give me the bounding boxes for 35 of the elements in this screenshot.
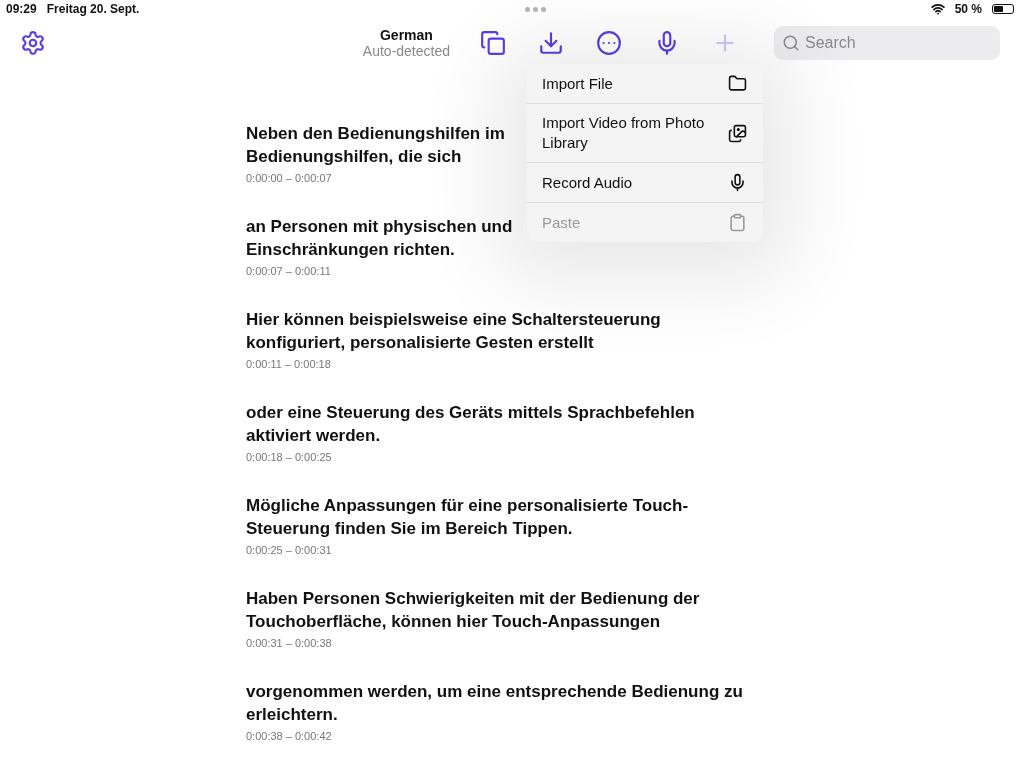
download-icon xyxy=(538,30,564,56)
transcript-text: Neben den Bedienungshilfen im Bedienungshilfen, die sich xyxy=(246,123,505,168)
search-field[interactable]: Search xyxy=(774,26,1000,60)
more-icon xyxy=(596,30,622,56)
microphone-icon xyxy=(728,173,747,192)
transcript-text: vorgenommen werden, um eine entsprechende Bedienung zu erleichtern. xyxy=(246,681,743,726)
search-icon xyxy=(782,34,800,52)
clipboard-icon xyxy=(728,213,747,232)
wifi-icon xyxy=(930,2,945,16)
timestamp: 0:00:00 – 0:00:07 xyxy=(246,172,332,184)
status-time: 09:29 xyxy=(6,2,37,16)
menu-item[interactable]: Import Video from Photo Library xyxy=(527,103,763,162)
copy-icon xyxy=(480,30,506,56)
transcript-text: Hier können beispielsweise eine Schaltersteuerung konfiguriert, personalisierte Gesten erstellt xyxy=(246,309,661,354)
transcript-text: Haben Personen Schwierigkeiten mit der Bedienung der Touchoberfläche, können hier Touch-Anpassungen xyxy=(246,588,700,633)
timestamp: 0:00:18 – 0:00:25 xyxy=(246,451,332,463)
transcript-text: oder eine Steuerung des Geräts mittels Sprachbefehlen aktiviert werden. xyxy=(246,402,695,447)
language-hint: Auto-detected xyxy=(362,43,450,59)
transcript-text: Mögliche Anpassungen für eine personalisierte Touch- Steuerung finden Sie im Bereich Tippen. xyxy=(246,495,689,540)
timestamp: 0:00:07 – 0:00:11 xyxy=(246,265,331,277)
language-title: German xyxy=(379,27,433,43)
status-date: Freitag 20. Sept. xyxy=(46,2,140,16)
folder-icon xyxy=(728,74,747,93)
timestamp: 0:00:38 – 0:00:42 xyxy=(246,730,332,742)
timestamp: 0:00:31 – 0:00:38 xyxy=(246,637,332,649)
menu-item[interactable]: Import File xyxy=(527,64,763,103)
settings-icon[interactable] xyxy=(20,30,46,56)
timestamp: 0:00:25 – 0:00:31 xyxy=(246,544,332,556)
multitask-dots-icon[interactable] xyxy=(524,6,546,12)
transcript-text: an Personen mit physischen und Einschränkungen richten. xyxy=(246,216,513,261)
menu-item[interactable]: Record Audio xyxy=(527,162,763,202)
battery-percent: 50 % xyxy=(954,2,982,16)
timestamp: 0:00:11 – 0:00:18 xyxy=(246,358,331,370)
battery-icon xyxy=(992,4,1014,14)
photos-icon xyxy=(728,123,747,143)
